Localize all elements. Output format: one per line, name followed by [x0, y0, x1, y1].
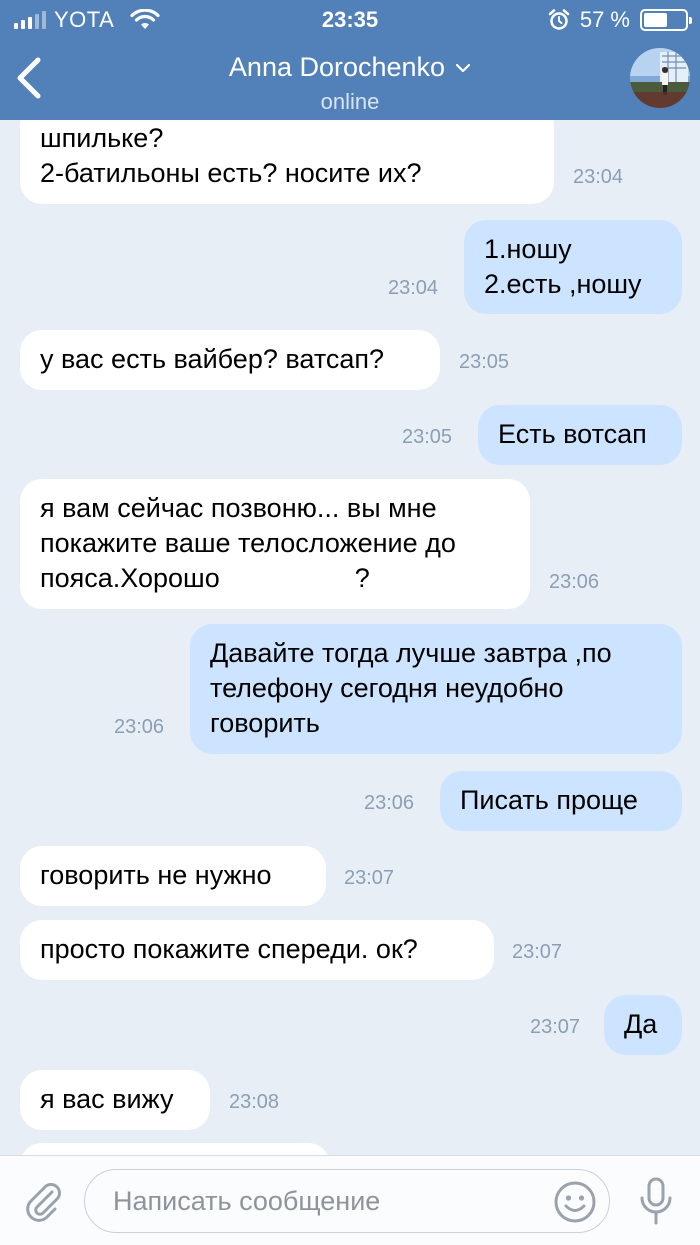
contact-name: Anna Dorochenko: [228, 52, 446, 82]
emoji-icon[interactable]: [553, 1180, 597, 1224]
message-text-line: 1.ношу: [484, 234, 572, 264]
message-timestamp: 23:05: [459, 351, 510, 373]
message-text-line: Давайте тогда лучше завтра ,по: [210, 638, 612, 668]
message-text-line: Да: [624, 1009, 658, 1039]
message-timestamp: 23:04: [573, 166, 624, 188]
message-incoming[interactable]: просто покажите спереди. ок?: [20, 920, 494, 980]
message-text-line: телефону сегодня неудобно: [210, 673, 564, 703]
message-text-line: я вас вижу: [40, 1084, 174, 1114]
paperclip-icon[interactable]: [22, 1180, 64, 1222]
message-text-line: говорить: [210, 708, 320, 738]
message-outgoing[interactable]: Есть вотсап: [478, 405, 682, 465]
message-timestamp: 23:06: [114, 716, 165, 738]
composer-bar: Написать сообщение: [0, 1155, 700, 1245]
chat-header: YOTA 23:35 57 % Anna Dorochenko online: [0, 0, 700, 120]
message-timestamp: 23:04: [388, 277, 439, 299]
message-text-line: 2-батильоны есть? носите их?: [40, 158, 422, 188]
message-timestamp: 23:05: [402, 426, 453, 448]
message-text-line: 2.есть ,ношу: [484, 269, 642, 299]
message-input-placeholder: Написать сообщение: [113, 1186, 381, 1216]
message-text-line: Есть вотсап: [498, 419, 647, 449]
battery-level: [644, 13, 667, 27]
battery-icon: [640, 9, 692, 31]
chat-title-block[interactable]: Anna Dorochenko online: [0, 52, 700, 115]
message-text-line: я вам сейчас позвоню... вы мне: [40, 493, 437, 523]
avatar[interactable]: [630, 48, 690, 108]
message-timestamp: 23:06: [364, 792, 415, 814]
message-outgoing[interactable]: Давайте тогда лучше завтра ,по телефону …: [190, 624, 682, 754]
online-status: online: [320, 89, 380, 114]
message-timestamp: 23:07: [512, 941, 563, 963]
message-outgoing[interactable]: Да: [604, 995, 682, 1055]
message-input[interactable]: Написать сообщение: [84, 1169, 610, 1233]
alarm-icon: [548, 9, 570, 30]
dropdown-chevron-icon: [455, 63, 471, 72]
message-list[interactable]: шпильке? 2-батильоны есть? носите их? 23…: [0, 0, 700, 1245]
message-text-line: шпильке?: [40, 123, 164, 153]
message-text-line: просто покажите спереди. ок?: [40, 934, 418, 964]
message-incoming[interactable]: я вам сейчас позвоню... вы мне покажите …: [20, 479, 530, 609]
message-timestamp: 23:08: [229, 1091, 280, 1113]
message-timestamp: 23:07: [530, 1016, 581, 1038]
message-outgoing[interactable]: Писать проще: [440, 771, 682, 831]
message-text-line: покажите ваше телосложение до: [40, 528, 456, 558]
message-text-line: пояса.Хорошо ?: [40, 563, 370, 593]
battery-percent: 57 %: [579, 7, 630, 32]
message-incoming[interactable]: у вас есть вайбер? ватсап?: [20, 330, 440, 390]
message-text-line: говорить не нужно: [40, 860, 272, 890]
message-timestamp: 23:06: [549, 571, 600, 593]
message-incoming[interactable]: говорить не нужно: [20, 846, 326, 906]
message-text-line: Писать проще: [460, 785, 638, 815]
message-text-line: у вас есть вайбер? ватсап?: [40, 344, 385, 374]
microphone-icon[interactable]: [636, 1176, 676, 1228]
message-timestamp: 23:07: [344, 867, 395, 889]
status-bar: YOTA 23:35 57 %: [0, 0, 700, 40]
message-outgoing[interactable]: 1.ношу 2.есть ,ношу: [464, 220, 682, 314]
message-incoming[interactable]: я вас вижу: [20, 1070, 210, 1130]
